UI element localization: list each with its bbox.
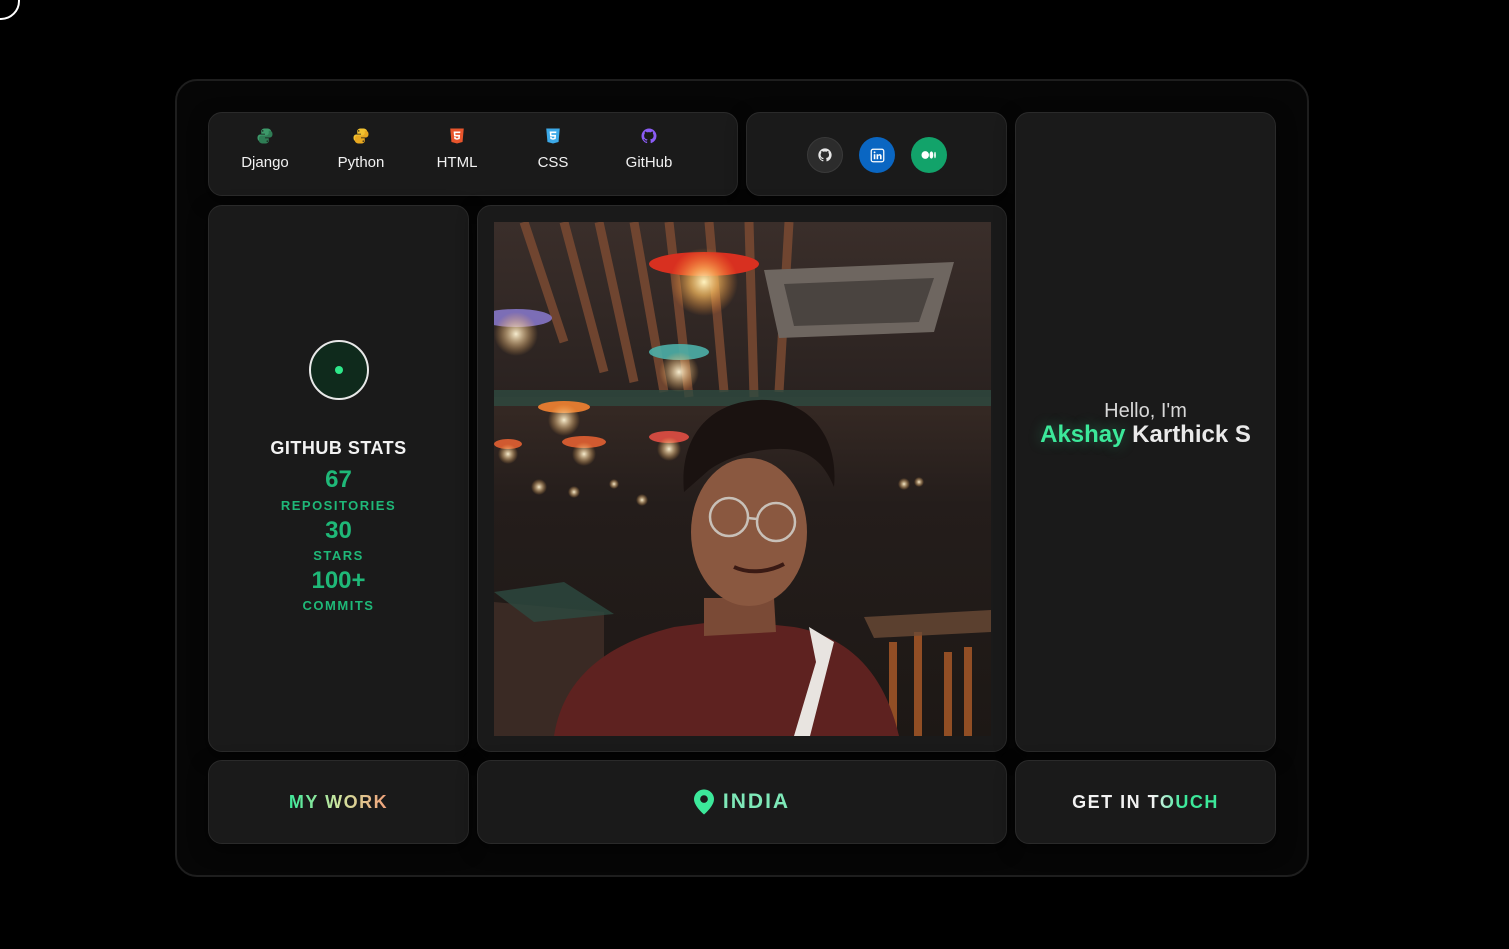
last-name: Karthick S: [1132, 421, 1251, 448]
skills-card: Django Python HTML CSS GitHub: [208, 112, 738, 196]
linkedin-icon: [870, 148, 884, 162]
stars-label: STARS: [313, 548, 364, 563]
location-card: INDIA: [477, 760, 1007, 844]
skill-label: HTML: [436, 154, 478, 171]
my-work-label: MY WORK: [288, 791, 389, 812]
cursor-ring: [0, 0, 20, 20]
photo-illustration: [494, 222, 991, 736]
my-work-button[interactable]: MY WORK: [208, 760, 469, 844]
python-icon: [353, 128, 369, 144]
get-in-touch-label: GET IN TOUCH: [1072, 791, 1219, 812]
commits-count: 100+: [311, 567, 366, 594]
repositories-count: 67: [325, 466, 352, 493]
commits-label: COMMITS: [302, 598, 375, 613]
github-link[interactable]: [807, 137, 843, 173]
github-icon: [641, 128, 657, 144]
medium-icon: [921, 151, 936, 159]
skill-github: GitHub: [604, 127, 694, 171]
skill-css: CSS: [508, 127, 598, 171]
linkedin-link[interactable]: [859, 137, 895, 173]
location-pin-icon: [693, 789, 714, 815]
skill-label: CSS: [537, 154, 569, 171]
profile-photo: [494, 222, 991, 736]
github-stats-card: GITHUB STATS 67 REPOSITORIES 30 STARS 10…: [208, 205, 469, 752]
skill-label: GitHub: [625, 154, 673, 171]
html5-icon: [450, 128, 464, 144]
css3-icon: [546, 128, 560, 144]
skill-label: Django: [241, 154, 289, 171]
medium-link[interactable]: [911, 137, 947, 173]
social-links-card: [746, 112, 1007, 196]
stats-title: GITHUB STATS: [270, 438, 407, 458]
github-icon: [818, 148, 832, 162]
stars-count: 30: [325, 517, 352, 544]
profile-photo-card: [477, 205, 1007, 752]
get-in-touch-button[interactable]: GET IN TOUCH: [1015, 760, 1276, 844]
status-dot-icon: [309, 340, 369, 400]
first-name: Akshay: [1040, 421, 1126, 448]
skill-django: Django: [220, 127, 310, 171]
django-icon: [257, 128, 273, 144]
skill-label: Python: [337, 154, 385, 171]
skill-python: Python: [316, 127, 406, 171]
intro-card: Hello, I'm Akshay Karthick S: [1015, 112, 1276, 752]
full-name: Akshay Karthick S: [1016, 421, 1275, 449]
location-label: INDIA: [722, 790, 791, 813]
skill-html: HTML: [412, 127, 502, 171]
greeting-text: Hello, I'm: [1104, 400, 1187, 422]
repositories-label: REPOSITORIES: [280, 498, 397, 513]
